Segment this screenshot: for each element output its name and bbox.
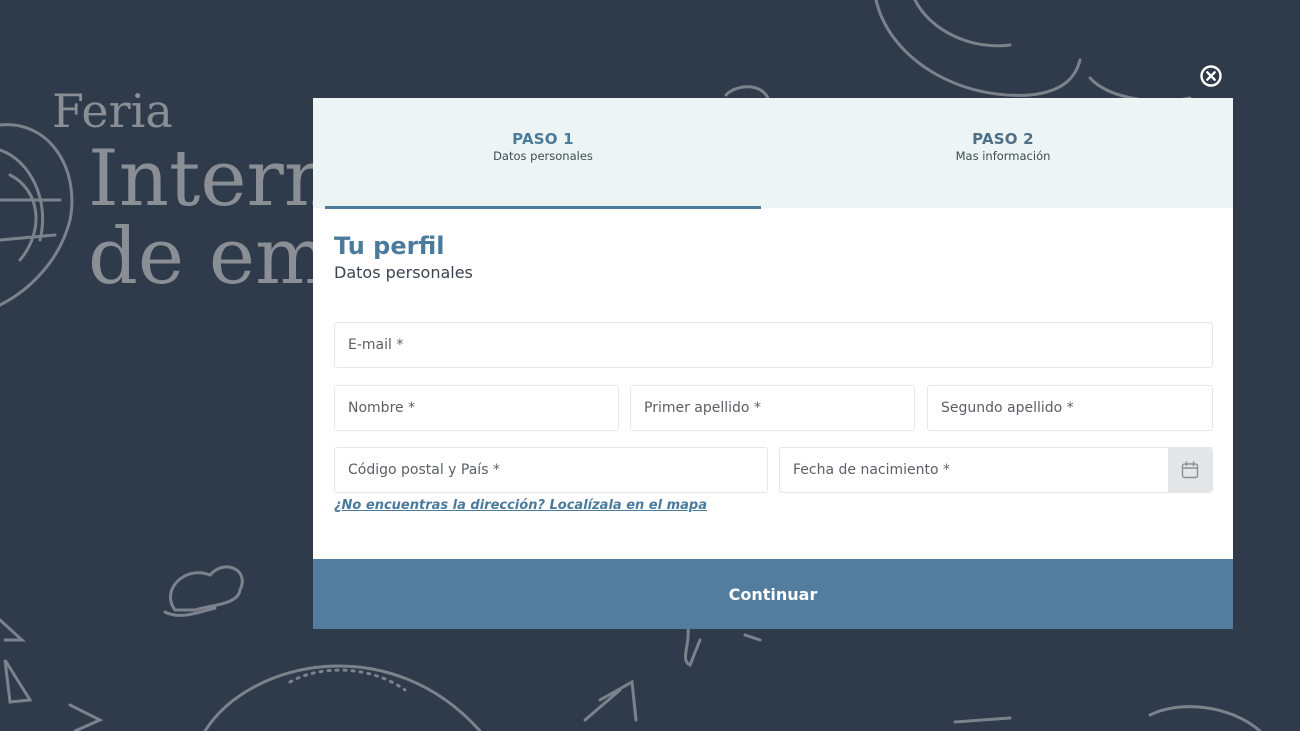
step-title: PASO 2 — [972, 130, 1034, 148]
steps-header: PASO 1 Datos personales PASO 2 Mas infor… — [313, 98, 1233, 209]
segundo-apellido-field[interactable] — [927, 385, 1213, 431]
tab-step-2[interactable]: PASO 2 Mas información — [783, 98, 1223, 206]
continue-button[interactable]: Continuar — [313, 559, 1233, 629]
page-subtitle: Datos personales — [334, 263, 473, 282]
calendar-button[interactable] — [1168, 448, 1212, 492]
close-circle-icon — [1200, 65, 1222, 87]
background-title-line: Intern — [88, 134, 335, 224]
close-button[interactable] — [1199, 64, 1223, 88]
email-field[interactable] — [334, 322, 1213, 368]
step-subtitle: Mas información — [955, 149, 1051, 163]
registration-modal: PASO 1 Datos personales PASO 2 Mas infor… — [313, 98, 1233, 629]
step-title: PASO 1 — [512, 130, 574, 148]
calendar-icon — [1181, 461, 1199, 479]
page-title: Tu perfil — [334, 232, 445, 260]
step-subtitle: Datos personales — [493, 149, 593, 163]
map-link[interactable]: ¿No encuentras la dirección? Localízala … — [334, 498, 707, 513]
nombre-field[interactable] — [334, 385, 619, 431]
codigo-postal-pais-field[interactable] — [334, 447, 768, 493]
fecha-nacimiento-field[interactable] — [779, 447, 1213, 493]
background-title-line: Feria — [52, 84, 173, 138]
primer-apellido-field[interactable] — [630, 385, 915, 431]
tab-step-1[interactable]: PASO 1 Datos personales — [325, 98, 761, 209]
background-title-line: de em — [88, 212, 330, 302]
